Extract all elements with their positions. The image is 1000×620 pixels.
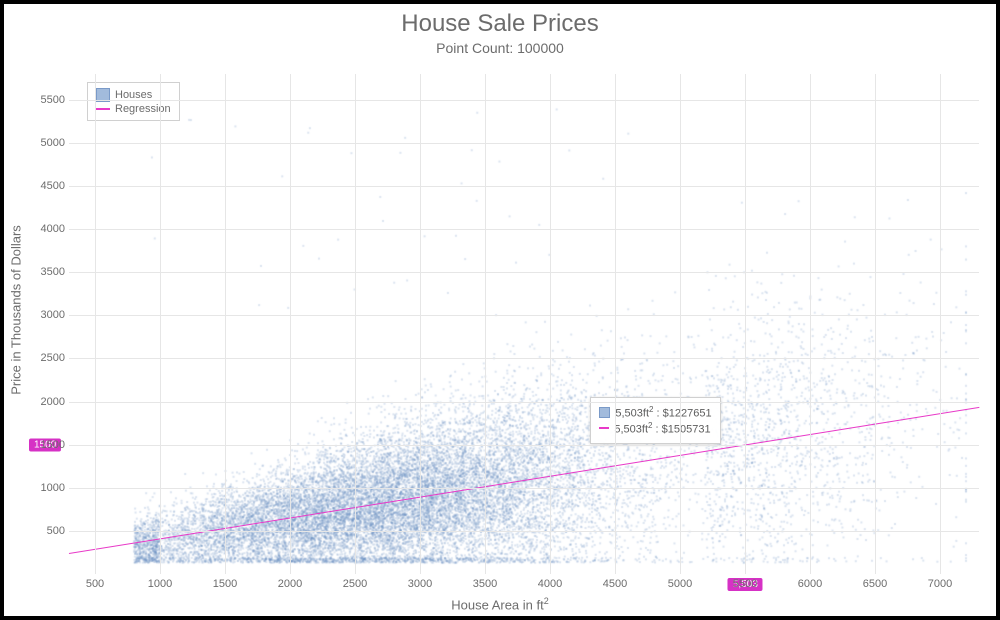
x-axis-label: House Area in ft2 bbox=[4, 596, 996, 612]
scatter-canvas bbox=[69, 74, 979, 574]
gridline-h bbox=[69, 402, 979, 403]
gridline-v bbox=[550, 74, 551, 574]
gridline-h bbox=[69, 100, 979, 101]
y-tick-label: 4000 bbox=[29, 223, 65, 235]
gridline-v bbox=[160, 74, 161, 574]
chart-title: House Sale Prices bbox=[4, 10, 996, 38]
x-tick-label: 6500 bbox=[863, 578, 887, 590]
gridline-v bbox=[615, 74, 616, 574]
legend: Houses Regression bbox=[87, 82, 180, 121]
gridline-v bbox=[420, 74, 421, 574]
tooltip-row-houses: 5,503ft2 : $1227651 bbox=[599, 405, 711, 420]
y-tick-label: 500 bbox=[29, 525, 65, 537]
x-tick-label: 3500 bbox=[473, 578, 497, 590]
gridline-v bbox=[290, 74, 291, 574]
y-tick-label: 2000 bbox=[29, 396, 65, 408]
line-swatch-icon bbox=[599, 427, 609, 429]
x-tick-label: 2000 bbox=[278, 578, 302, 590]
tooltip-row-regression: 5,503ft2 : $1505731 bbox=[599, 421, 711, 436]
gridline-v bbox=[745, 74, 746, 574]
gridline-h bbox=[69, 186, 979, 187]
x-tick-label: 4000 bbox=[538, 578, 562, 590]
x-tick-label: 4500 bbox=[603, 578, 627, 590]
gridline-v bbox=[485, 74, 486, 574]
y-tick-label: 1500 bbox=[29, 439, 65, 451]
gridline-v bbox=[225, 74, 226, 574]
gridline-v bbox=[940, 74, 941, 574]
gridline-h bbox=[69, 229, 979, 230]
gridline-v bbox=[810, 74, 811, 574]
x-tick-label: 6000 bbox=[798, 578, 822, 590]
hover-tooltip: 5,503ft2 : $1227651 5,503ft2 : $1505731 bbox=[590, 397, 720, 443]
chart-subtitle: Point Count: 100000 bbox=[4, 40, 996, 56]
y-tick-label: 1000 bbox=[29, 482, 65, 494]
y-tick-label: 5000 bbox=[29, 137, 65, 149]
x-tick-label: 1500 bbox=[213, 578, 237, 590]
gridline-v bbox=[95, 74, 96, 574]
chart-panel: House Sale Prices Point Count: 100000 Pr… bbox=[4, 4, 996, 616]
x-tick-label: 5500 bbox=[733, 578, 757, 590]
gridline-h bbox=[69, 358, 979, 359]
y-tick-label: 5500 bbox=[29, 94, 65, 106]
x-tick-label: 500 bbox=[86, 578, 104, 590]
square-swatch-icon bbox=[599, 407, 610, 418]
chart-plot-area[interactable]: Houses Regression 1500 5,503 5,503ft2 : … bbox=[69, 74, 979, 574]
y-axis-label: Price in Thousands of Dollars bbox=[9, 140, 24, 310]
gridline-h bbox=[69, 445, 979, 446]
y-tick-label: 3000 bbox=[29, 309, 65, 321]
x-tick-label: 3000 bbox=[408, 578, 432, 590]
x-tick-label: 2500 bbox=[343, 578, 367, 590]
legend-label: Regression bbox=[115, 103, 171, 115]
gridline-v bbox=[875, 74, 876, 574]
y-tick-label: 2500 bbox=[29, 352, 65, 364]
x-tick-label: 7000 bbox=[928, 578, 952, 590]
gridline-v bbox=[680, 74, 681, 574]
gridline-v bbox=[355, 74, 356, 574]
gridline-h bbox=[69, 272, 979, 273]
x-tick-label: 1000 bbox=[148, 578, 172, 590]
gridline-h bbox=[69, 143, 979, 144]
line-swatch-icon bbox=[96, 108, 110, 110]
gridline-h bbox=[69, 531, 979, 532]
gridline-h bbox=[69, 488, 979, 489]
y-tick-label: 4500 bbox=[29, 180, 65, 192]
gridline-h bbox=[69, 315, 979, 316]
x-tick-label: 5000 bbox=[668, 578, 692, 590]
y-tick-label: 3500 bbox=[29, 266, 65, 278]
